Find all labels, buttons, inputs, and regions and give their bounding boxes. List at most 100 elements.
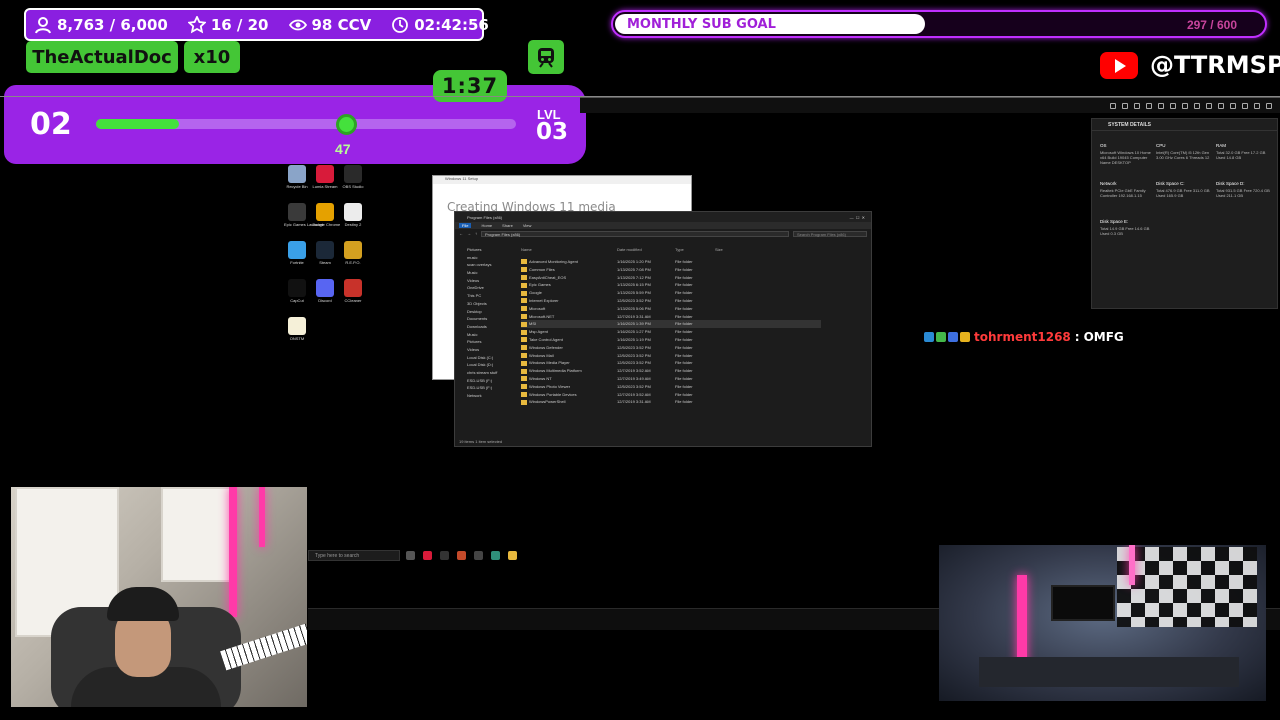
file-row[interactable]: WindowsPowerShell 12/7/2019 3:31 AM File f…	[521, 398, 821, 406]
desktop-icon[interactable]: Fortnite	[284, 241, 310, 265]
file-name: Take Control Agent	[521, 336, 617, 344]
file-type: File folder	[675, 344, 693, 350]
nav-item[interactable]: Pictures	[457, 338, 511, 346]
toolbar-icon[interactable]	[1170, 102, 1176, 109]
file-row[interactable]: Advanced Monitoring Agent 1/16/2025 1:20 …	[521, 258, 821, 266]
system-detail-heading: Disk Space D:	[1216, 181, 1245, 186]
ribbon-tab-view[interactable]: View	[523, 223, 532, 228]
streamer-webcam	[11, 487, 307, 707]
file-date: 1/13/2025 7:08 PM	[617, 266, 651, 272]
toolbar-icon[interactable]	[1134, 102, 1140, 109]
nav-item[interactable]: Music	[457, 331, 511, 339]
file-row[interactable]: Msp Agent 1/16/2025 1:27 PM File folder	[521, 328, 821, 336]
toolbar-icon[interactable]	[1254, 102, 1260, 109]
file-row[interactable]: Windows Mail 12/5/2023 3:52 PM File folder	[521, 352, 821, 360]
nav-item[interactable]: Documents	[457, 315, 511, 323]
file-row[interactable]: EasyAntiCheat_EOS 1/13/2025 7:12 PM File f…	[521, 274, 821, 282]
ribbon-tab-share[interactable]: Share	[502, 223, 513, 228]
taskbar-apps	[406, 550, 517, 560]
file-row[interactable]: MSI 1/16/2025 1:39 PM File folder	[521, 320, 821, 329]
toolbar-icon[interactable]	[1230, 102, 1236, 109]
desktop-icon[interactable]: CapCut	[284, 279, 310, 303]
nav-item[interactable]: ESD-USB (F:)	[457, 384, 511, 392]
desktop-icon[interactable]: R.E.P.O.	[340, 241, 366, 265]
nav-item[interactable]: This PC	[457, 292, 511, 300]
file-name: Microsoft	[521, 305, 617, 313]
file-row[interactable]: Internet Explorer 12/5/2023 3:52 PM File f…	[521, 297, 821, 305]
taskbar-search-input[interactable]: Type here to search	[308, 549, 400, 561]
desktop-icon[interactable]: Google Chrome	[312, 203, 340, 227]
toolbar-icon[interactable]	[1146, 102, 1152, 109]
ribbon-tab-home[interactable]: Home	[481, 223, 492, 228]
column-header-name[interactable]: Name	[521, 247, 617, 252]
uptime-stat: 02:42:56	[391, 16, 489, 34]
nav-item[interactable]: scan overlays	[457, 261, 511, 269]
file-row[interactable]: Microsoft 1/13/2025 5:06 PM File folder	[521, 305, 821, 313]
desktop-icon[interactable]: ONSTM	[284, 317, 310, 341]
file-row[interactable]: Take Control Agent 1/16/2025 1:19 PM File …	[521, 336, 821, 344]
file-row[interactable]: Windows Photo Viewer 12/5/2023 3:52 PM Fil…	[521, 383, 821, 391]
column-header-date[interactable]: Date modified	[617, 247, 675, 252]
app-taskbar-icon[interactable]	[474, 550, 483, 560]
nav-item[interactable]: 3D Objects	[457, 300, 511, 308]
nav-item[interactable]: Desktop	[457, 308, 511, 316]
column-header-size[interactable]: Size	[715, 247, 745, 252]
desktop-icon[interactable]: Recycle Bin	[284, 165, 310, 189]
file-row[interactable]: Google 1/13/2025 5:59 PM File folder	[521, 289, 821, 297]
nav-item[interactable]: Downloads	[457, 323, 511, 331]
toolbar-icon[interactable]	[1194, 102, 1200, 109]
desktop-icon[interactable]: Lumia Stream	[312, 165, 338, 189]
nav-item[interactable]: Videos	[457, 277, 511, 285]
toolbar-icon[interactable]	[1182, 102, 1188, 109]
explorer-titlebar[interactable]: Program Files (x86) — ☐ ✕	[455, 212, 871, 222]
nav-item[interactable]: OneDrive	[457, 284, 511, 292]
nav-item[interactable]: Pictures	[457, 246, 511, 254]
file-row[interactable]: Windows Portable Devices 12/7/2019 3:52 A…	[521, 391, 821, 399]
nav-item[interactable]: Music	[457, 269, 511, 277]
file-explorer-window[interactable]: Program Files (x86) — ☐ ✕ File Home Share V…	[454, 211, 872, 447]
toolbar-icon[interactable]	[1218, 102, 1224, 109]
forward-arrow-icon[interactable]: →	[467, 231, 471, 236]
file-name: Advanced Monitoring Agent	[521, 258, 617, 266]
nav-item[interactable]: music	[457, 254, 511, 262]
nav-item[interactable]: Videos	[457, 346, 511, 354]
toolbar-icon[interactable]	[1122, 102, 1128, 109]
nav-item[interactable]: Local Disk (D:)	[457, 361, 511, 369]
toolbar-icon[interactable]	[1110, 102, 1116, 109]
nav-item[interactable]: Network	[457, 392, 511, 400]
lumia-taskbar-icon[interactable]	[423, 550, 432, 560]
file-name: Windows Multimedia Platform	[521, 367, 617, 375]
toolbar-icon[interactable]	[1266, 102, 1272, 109]
desktop-icon[interactable]: OBS Studio	[340, 165, 366, 189]
toolbar-icon[interactable]	[1158, 102, 1164, 109]
address-bar[interactable]: Program Files (x86)	[481, 230, 789, 237]
file-row[interactable]: Windows Multimedia Platform 12/7/2019 3:5…	[521, 367, 821, 375]
column-header-type[interactable]: Type	[675, 247, 715, 252]
file-row[interactable]: Microsoft.NET 12/7/2019 3:31 AM File folde…	[521, 313, 821, 321]
file-row[interactable]: Common Files 1/13/2025 7:08 PM File folder	[521, 266, 821, 274]
discord-taskbar-icon[interactable]	[457, 550, 466, 560]
toolbar-icon[interactable]	[1242, 102, 1248, 109]
nav-item[interactable]: ESD-USB (F:)	[457, 377, 511, 385]
back-arrow-icon[interactable]: ←	[459, 231, 463, 236]
obs-taskbar-icon[interactable]	[440, 550, 449, 560]
file-row[interactable]: Epic Games 1/13/2025 6:15 PM File folder	[521, 281, 821, 289]
folder-taskbar-icon[interactable]	[508, 550, 517, 560]
up-arrow-icon[interactable]: ↑	[475, 231, 477, 236]
desktop-icon[interactable]: CCleaner	[340, 279, 366, 303]
window-controls[interactable]: — ☐ ✕	[850, 215, 865, 220]
task-view-icon[interactable]	[406, 550, 415, 560]
desktop-icon[interactable]: Destiny 2	[340, 203, 366, 227]
nav-item[interactable]: chris stream stuff	[457, 369, 511, 377]
file-row[interactable]: Windows Media Player 12/5/2023 3:52 PM Fil…	[521, 359, 821, 367]
toolbar-icon[interactable]	[1206, 102, 1212, 109]
desktop-icon[interactable]: Discord	[312, 279, 338, 303]
file-row[interactable]: Windows NT 12/7/2019 3:49 AM File folder	[521, 375, 821, 383]
file-row[interactable]: Windows Defender 12/5/2023 3:52 PM File fo…	[521, 344, 821, 352]
desktop-icon[interactable]: Steam	[312, 241, 338, 265]
desktop-icon[interactable]: Epic Games Launcher	[284, 203, 324, 227]
teams-taskbar-icon[interactable]	[491, 550, 500, 560]
nav-item[interactable]: Local Disk (C:)	[457, 354, 511, 362]
ribbon-tab-file[interactable]: File	[459, 223, 472, 228]
explorer-search-input[interactable]: Search Program Files (x86)	[793, 230, 867, 237]
